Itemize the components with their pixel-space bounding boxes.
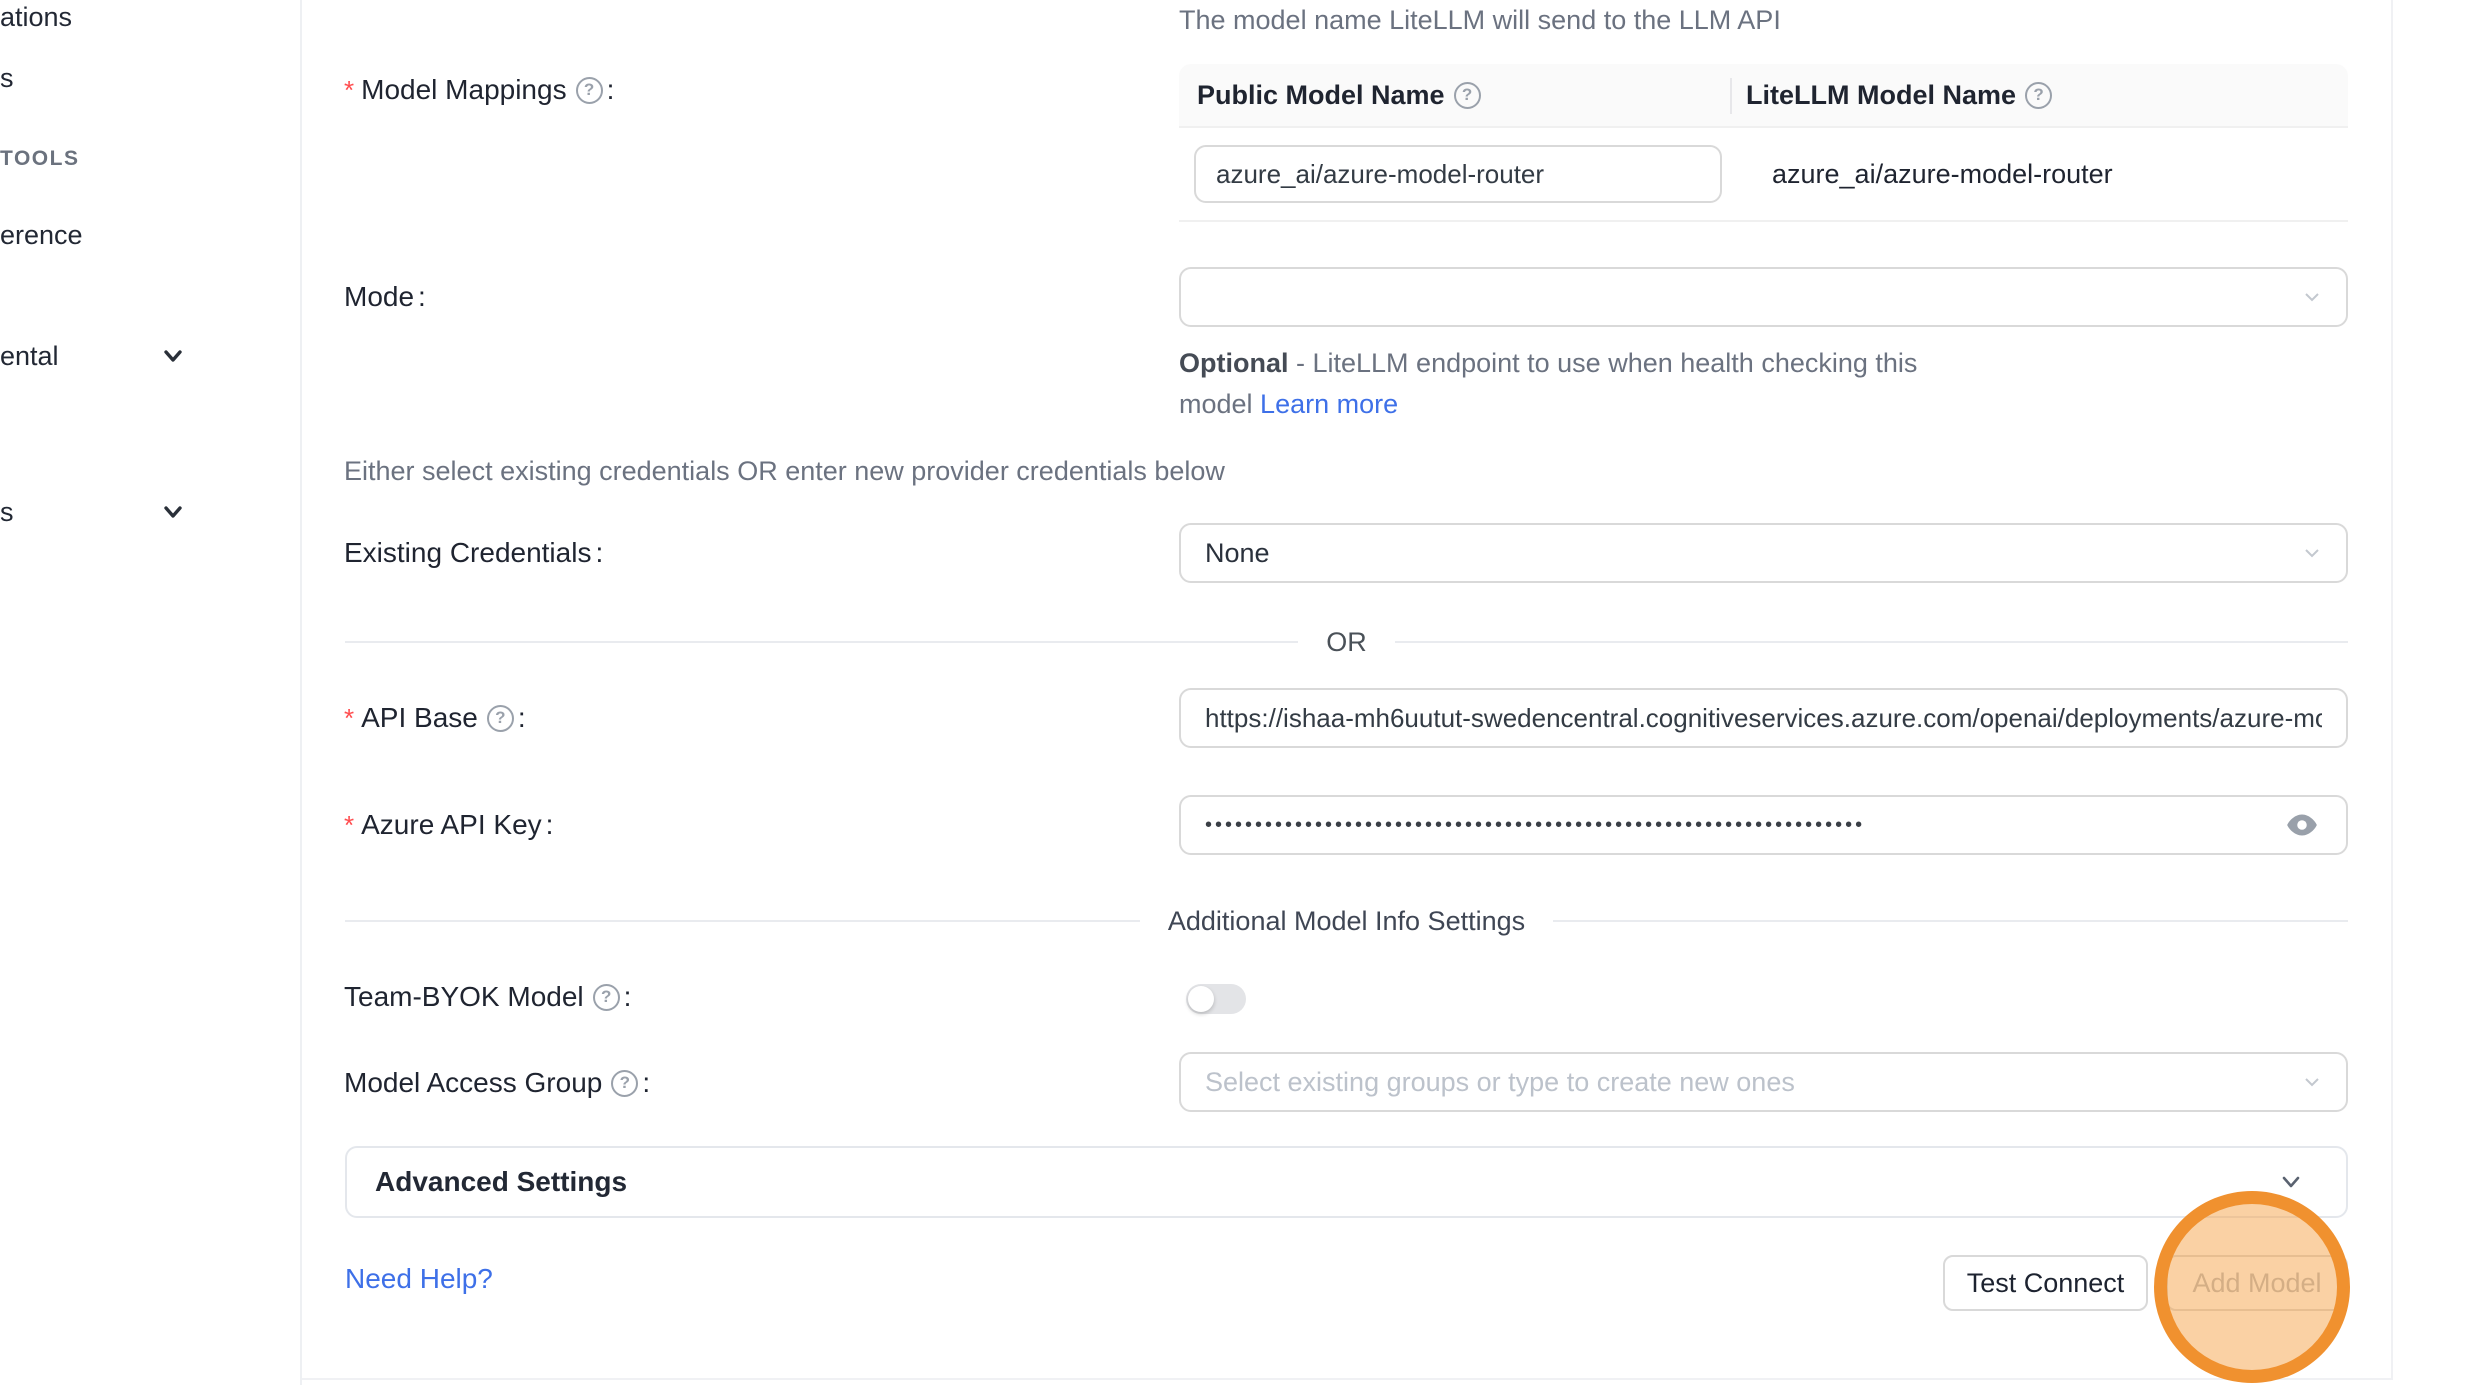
card-right-edge [2391,0,2393,1380]
test-connect-button[interactable]: Test Connect [1943,1255,2148,1311]
mode-helper-text: Optional - LiteLLM endpoint to use when … [1179,343,1994,425]
public-model-name-input[interactable]: azure_ai/azure-model-router [1194,145,1722,203]
masked-password-value: ••••••••••••••••••••••••••••••••••••••••… [1205,814,1865,837]
help-icon[interactable]: ? [611,1070,638,1097]
sidebar-item[interactable]: erence [0,220,83,251]
chevron-down-icon[interactable] [158,341,188,371]
chevron-down-icon [2276,1167,2306,1197]
help-icon[interactable]: ? [576,77,603,104]
select-placeholder: Select existing groups or type to create… [1205,1067,1795,1098]
sidebar-divider [300,0,302,1385]
required-asterisk: * [344,75,354,106]
azure-api-key-input[interactable]: ••••••••••••••••••••••••••••••••••••••••… [1179,795,2348,855]
azure-api-key-label: * Azure API Key : [344,805,553,845]
model-access-group-select[interactable]: Select existing groups or type to create… [1179,1052,2348,1112]
chevron-down-icon [2300,541,2324,565]
sidebar-item[interactable]: s [0,63,14,94]
team-byok-label: Team-BYOK Model ? : [344,977,631,1017]
column-header-litellm-model-name: LiteLLM Model Name ? [1730,80,2052,111]
mode-label: Mode : [344,277,426,317]
advanced-settings-panel[interactable]: Advanced Settings [345,1146,2348,1218]
litellm-model-name-value: azure_ai/azure-model-router [1722,159,2113,190]
model-mappings-table: Public Model Name ? LiteLLM Model Name ?… [1179,64,2348,222]
table-row: azure_ai/azure-model-router azure_ai/azu… [1179,128,2348,222]
eye-icon[interactable] [2284,811,2320,839]
table-header-row: Public Model Name ? LiteLLM Model Name ? [1179,64,2348,128]
add-model-form-page: ations s TOOLS erence ental s The model … [0,0,2477,1385]
click-indicator [2154,1191,2350,1383]
credentials-note: Either select existing credentials OR en… [344,456,1225,487]
model-name-helper-text: The model name LiteLLM will send to the … [1179,5,1781,36]
help-icon[interactable]: ? [593,984,620,1011]
existing-credentials-label: Existing Credentials : [344,533,603,573]
sidebar-item[interactable]: ations [0,2,72,33]
help-icon[interactable]: ? [487,705,514,732]
or-divider: OR [345,628,2348,656]
chevron-down-icon [2300,1070,2324,1094]
learn-more-link[interactable]: Learn more [1260,389,1398,419]
model-mappings-label: * Model Mappings ? : [344,70,614,110]
help-icon[interactable]: ? [2025,82,2052,109]
team-byok-toggle[interactable] [1186,984,1246,1014]
api-base-label: * API Base ? : [344,698,526,738]
sidebar-item[interactable]: s [0,497,14,528]
sidebar-item[interactable]: ental [0,341,59,372]
card-bottom-edge [302,1378,2391,1380]
api-base-input[interactable]: https://ishaa-mh6uutut-swedencentral.cog… [1179,688,2348,748]
advanced-settings-title: Advanced Settings [375,1166,2276,1198]
chevron-down-icon[interactable] [158,497,188,527]
column-header-public-model-name: Public Model Name ? [1179,80,1730,111]
required-asterisk: * [344,703,354,734]
help-icon[interactable]: ? [1454,82,1481,109]
need-help-link[interactable]: Need Help? [345,1263,493,1295]
existing-credentials-select[interactable]: None [1179,523,2348,583]
required-asterisk: * [344,810,354,841]
column-divider [1730,78,1732,114]
sidebar-section-label: TOOLS [0,147,79,171]
toggle-knob [1188,986,1214,1012]
mode-select[interactable] [1179,267,2348,327]
additional-info-divider: Additional Model Info Settings [345,907,2348,935]
chevron-down-icon [2300,285,2324,309]
model-access-group-label: Model Access Group ? : [344,1063,650,1103]
